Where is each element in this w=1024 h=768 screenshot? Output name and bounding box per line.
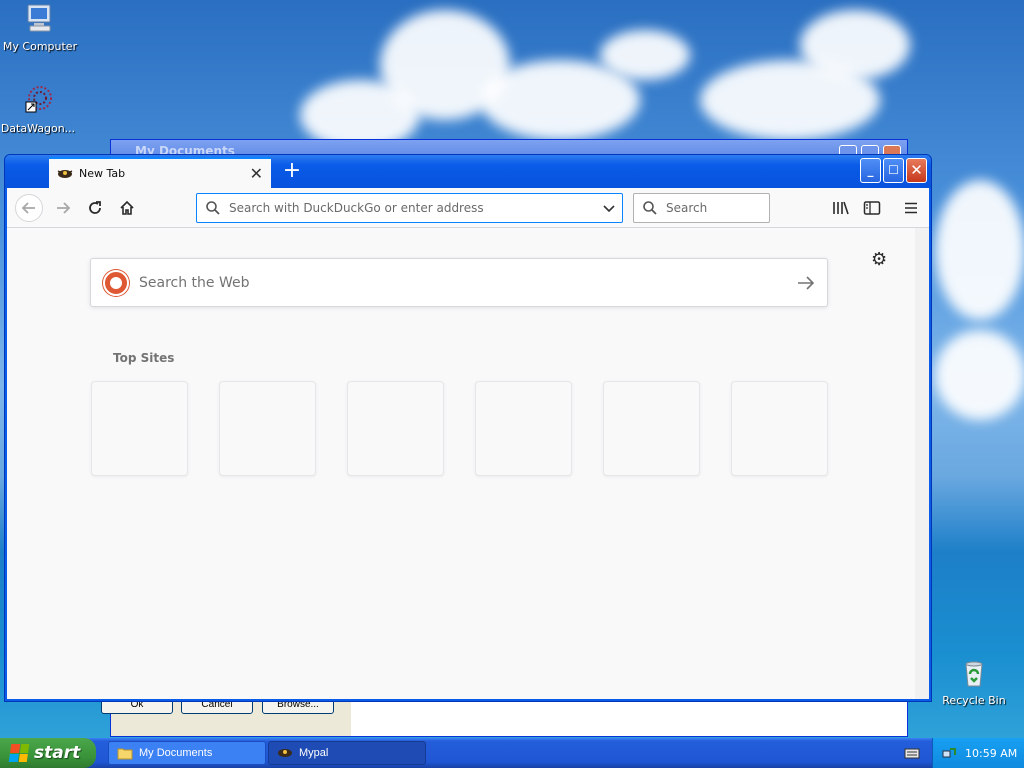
tab-new-tab[interactable]: New Tab ✕	[49, 157, 271, 188]
top-site-tile[interactable]	[731, 381, 828, 476]
browser-titlebar[interactable]: New Tab ✕ + _ ☐ ✕	[5, 155, 931, 188]
search-bar[interactable]: Search	[633, 193, 770, 223]
reload-icon	[89, 201, 101, 214]
address-bar[interactable]: Search with DuckDuckGo or enter address	[196, 193, 623, 223]
close-window-button[interactable]: ✕	[906, 158, 927, 183]
taskbar-item-mypal[interactable]: Mypal	[268, 741, 426, 765]
arrow-right-icon[interactable]	[797, 275, 815, 290]
start-button[interactable]: start	[0, 738, 96, 768]
web-search-placeholder: Search the Web	[139, 274, 250, 291]
search-icon	[206, 201, 220, 215]
top-site-tile[interactable]	[219, 381, 316, 476]
menu-button[interactable]	[897, 194, 925, 222]
desktop-icon-datawagon[interactable]: DataWagon...	[0, 84, 78, 135]
sidebar-button[interactable]	[858, 194, 886, 222]
desktop-icon-label: Recycle Bin	[942, 694, 1006, 707]
library-icon	[833, 201, 849, 215]
web-search-box[interactable]: Search the Web	[90, 258, 828, 307]
maximize-button[interactable]: ☐	[883, 158, 904, 183]
desktop-icon-label: DataWagon...	[0, 122, 76, 135]
cloud	[935, 180, 1024, 320]
mypal-favicon-icon	[57, 169, 73, 178]
duckduckgo-logo-icon	[103, 269, 129, 296]
folder-icon	[117, 748, 133, 760]
browser-window: New Tab ✕ + _ ☐ ✕ Search with DuckDuckGo…	[4, 154, 932, 702]
top-sites-heading: Top Sites	[113, 351, 175, 365]
sidebar-icon	[863, 201, 881, 215]
desktop-icon-recycle-bin[interactable]: Recycle Bin	[934, 656, 1014, 707]
top-site-tile[interactable]	[475, 381, 572, 476]
tab-title: New Tab	[79, 167, 126, 180]
home-icon	[120, 200, 134, 215]
minimize-button[interactable]: _	[860, 158, 881, 183]
close-tab-icon[interactable]: ✕	[250, 164, 263, 183]
hamburger-menu-icon	[905, 202, 917, 214]
keyboard-icon[interactable]	[904, 746, 920, 760]
new-tab-button[interactable]: +	[279, 159, 305, 185]
new-tab-page: ⚙ Search the Web Top Sites	[7, 228, 929, 699]
system-tray: 10:59 AM	[932, 738, 1024, 768]
library-button[interactable]	[827, 194, 855, 222]
address-bar-placeholder: Search with DuckDuckGo or enter address	[229, 201, 484, 215]
home-button[interactable]	[113, 194, 141, 222]
back-arrow-icon	[21, 202, 35, 214]
top-site-tile[interactable]	[91, 381, 188, 476]
desktop-icon-my-computer[interactable]: My Computer	[0, 2, 80, 53]
taskbar-item-label: Mypal	[299, 747, 329, 759]
start-label: start	[34, 743, 81, 763]
chevron-down-icon[interactable]	[602, 201, 616, 215]
cloud	[935, 330, 1024, 420]
navigation-toolbar: Search with DuckDuckGo or enter address …	[7, 188, 929, 228]
datawagon-icon	[25, 86, 52, 113]
taskbar-item-label: My Documents	[139, 747, 213, 759]
background-window-pane	[351, 700, 907, 736]
search-bar-placeholder: Search	[666, 201, 708, 215]
cloud	[800, 10, 910, 80]
scrollbar[interactable]	[915, 228, 929, 699]
top-site-tile[interactable]	[603, 381, 700, 476]
gear-icon[interactable]: ⚙	[871, 249, 887, 270]
forward-arrow-icon	[57, 202, 71, 214]
cloud	[600, 30, 690, 80]
top-site-tile[interactable]	[347, 381, 444, 476]
reload-button[interactable]	[81, 194, 109, 222]
recycle-bin-icon	[965, 661, 983, 687]
computer-icon	[27, 4, 51, 32]
taskbar: start My Documents Mypal 10:59 AM	[0, 738, 1024, 768]
back-button[interactable]	[15, 194, 43, 222]
clock[interactable]: 10:59 AM	[965, 747, 1017, 760]
windows-flag-icon	[8, 744, 30, 762]
forward-button[interactable]	[49, 194, 77, 222]
network-icon[interactable]	[941, 745, 957, 761]
search-icon	[643, 201, 657, 215]
mypal-icon	[278, 749, 292, 757]
desktop-icon-label: My Computer	[2, 40, 78, 53]
taskbar-item-my-documents[interactable]: My Documents	[108, 741, 266, 765]
